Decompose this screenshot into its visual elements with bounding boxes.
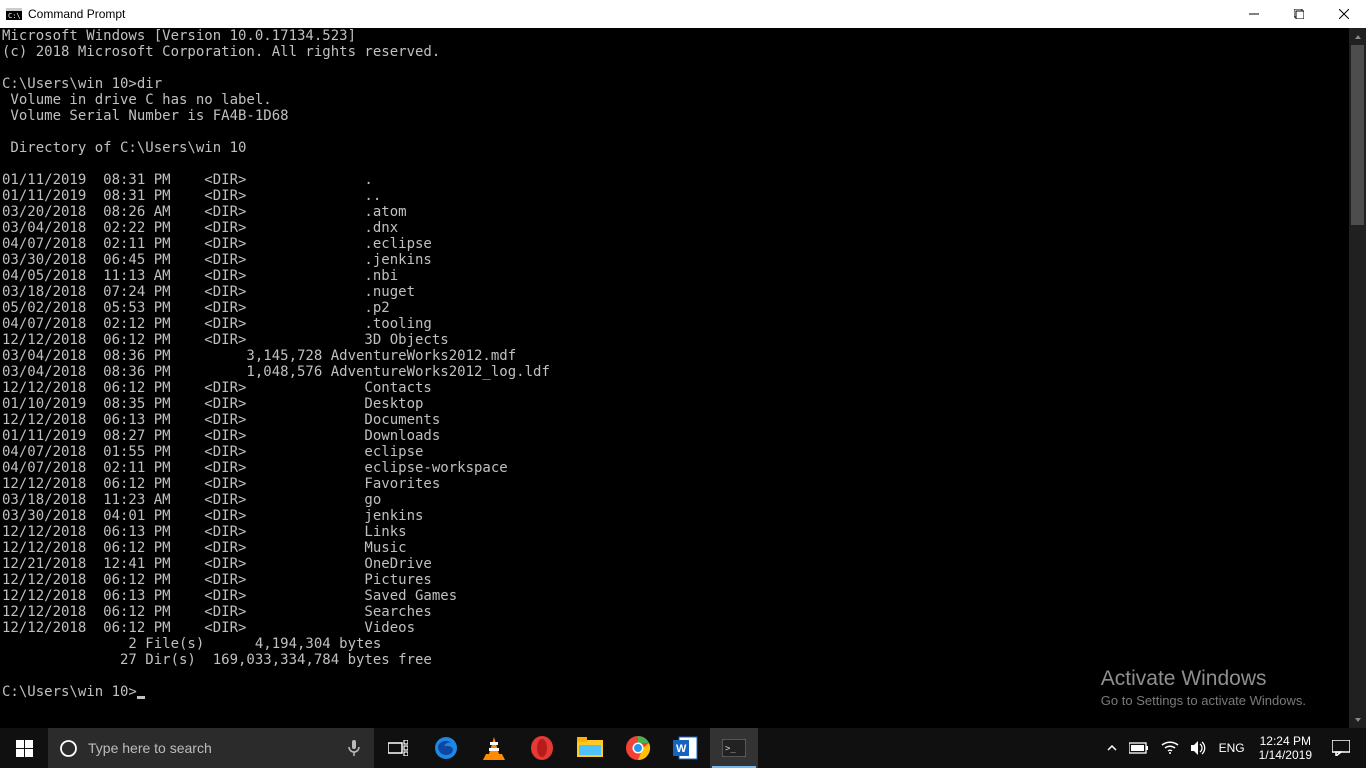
taskbar-edge-icon[interactable] — [422, 728, 470, 768]
console-line: 12/12/2018 06:12 PM <DIR> 3D Objects — [2, 332, 1364, 348]
console-line: 12/12/2018 06:12 PM <DIR> Videos — [2, 620, 1364, 636]
console-line: 04/07/2018 02:12 PM <DIR> .tooling — [2, 316, 1364, 332]
scroll-thumb[interactable] — [1351, 45, 1364, 225]
search-placeholder: Type here to search — [88, 740, 212, 756]
console-line: 2 File(s) 4,194,304 bytes — [2, 636, 1364, 652]
cmd-icon: C:\ — [6, 6, 22, 22]
console-line: 03/18/2018 07:24 PM <DIR> .nuget — [2, 284, 1364, 300]
cortana-icon — [48, 739, 88, 758]
console-line: 01/11/2019 08:31 PM <DIR> . — [2, 172, 1364, 188]
console-line: 01/11/2019 08:27 PM <DIR> Downloads — [2, 428, 1364, 444]
console-line: 12/12/2018 06:12 PM <DIR> Favorites — [2, 476, 1364, 492]
taskbar-opera-icon[interactable] — [518, 728, 566, 768]
console-output[interactable]: Microsoft Windows [Version 10.0.17134.52… — [0, 28, 1366, 728]
console-line: (c) 2018 Microsoft Corporation. All righ… — [2, 44, 1364, 60]
console-line: 12/12/2018 06:12 PM <DIR> Music — [2, 540, 1364, 556]
console-line: 27 Dir(s) 169,033,334,784 bytes free — [2, 652, 1364, 668]
svg-text:>_: >_ — [725, 744, 736, 754]
svg-text:W: W — [676, 743, 687, 755]
taskbar-chrome-icon[interactable] — [614, 728, 662, 768]
action-center-icon[interactable] — [1320, 728, 1362, 768]
watermark-subtitle: Go to Settings to activate Windows. — [1101, 693, 1306, 708]
close-button[interactable] — [1321, 0, 1366, 28]
console-line: 12/12/2018 06:13 PM <DIR> Documents — [2, 412, 1364, 428]
scroll-up-button[interactable] — [1349, 28, 1366, 45]
console-line: 12/12/2018 06:13 PM <DIR> Saved Games — [2, 588, 1364, 604]
tray-battery-icon[interactable] — [1123, 728, 1155, 768]
console-line: Volume in drive C has no label. — [2, 92, 1364, 108]
window-title: Command Prompt — [28, 7, 125, 21]
start-button[interactable] — [0, 728, 48, 768]
console-line: Directory of C:\Users\win 10 — [2, 140, 1364, 156]
console-line — [2, 60, 1364, 76]
watermark-title: Activate Windows — [1101, 667, 1306, 691]
console-line: 12/12/2018 06:12 PM <DIR> Searches — [2, 604, 1364, 620]
activation-watermark: Activate Windows Go to Settings to activ… — [1101, 667, 1306, 708]
console-line: 12/12/2018 06:12 PM <DIR> Contacts — [2, 380, 1364, 396]
console-line: C:\Users\win 10>dir — [2, 76, 1364, 92]
cursor — [137, 696, 145, 699]
microphone-icon[interactable] — [334, 739, 374, 757]
minimize-button[interactable] — [1231, 0, 1276, 28]
console-line: 01/10/2019 08:35 PM <DIR> Desktop — [2, 396, 1364, 412]
titlebar[interactable]: C:\ Command Prompt — [0, 0, 1366, 28]
taskbar-vlc-icon[interactable] — [470, 728, 518, 768]
console-line: 03/04/2018 08:36 PM 3,145,728 AdventureW… — [2, 348, 1364, 364]
console-line: 04/07/2018 01:55 PM <DIR> eclipse — [2, 444, 1364, 460]
console-line: Volume Serial Number is FA4B-1D68 — [2, 108, 1364, 124]
maximize-button[interactable] — [1276, 0, 1321, 28]
tray-wifi-icon[interactable] — [1155, 728, 1185, 768]
console-line: 03/18/2018 11:23 AM <DIR> go — [2, 492, 1364, 508]
taskbar-word-icon[interactable]: W — [662, 728, 710, 768]
console-line: 04/05/2018 11:13 AM <DIR> .nbi — [2, 268, 1364, 284]
search-box[interactable]: Type here to search — [48, 728, 374, 768]
console-line: 03/04/2018 02:22 PM <DIR> .dnx — [2, 220, 1364, 236]
console-line: 04/07/2018 02:11 PM <DIR> .eclipse — [2, 236, 1364, 252]
tray-overflow-icon[interactable] — [1101, 728, 1123, 768]
console-line: 05/02/2018 05:53 PM <DIR> .p2 — [2, 300, 1364, 316]
tray-volume-icon[interactable] — [1185, 728, 1213, 768]
console-line: 01/11/2019 08:31 PM <DIR> .. — [2, 188, 1364, 204]
tray-time: 12:24 PM — [1259, 734, 1312, 748]
console-line: 12/21/2018 12:41 PM <DIR> OneDrive — [2, 556, 1364, 572]
tray-language[interactable]: ENG — [1213, 728, 1251, 768]
console-line — [2, 156, 1364, 172]
taskbar-cmd-icon[interactable]: >_ — [710, 728, 758, 768]
console-line: 12/12/2018 06:13 PM <DIR> Links — [2, 524, 1364, 540]
console-line: 03/04/2018 08:36 PM 1,048,576 AdventureW… — [2, 364, 1364, 380]
taskbar: Type here to search — [0, 728, 1366, 768]
vertical-scrollbar[interactable] — [1349, 28, 1366, 728]
console-line: 04/07/2018 02:11 PM <DIR> eclipse-worksp… — [2, 460, 1364, 476]
tray-clock[interactable]: 12:24 PM 1/14/2019 — [1251, 734, 1320, 762]
console-line: 03/30/2018 04:01 PM <DIR> jenkins — [2, 508, 1364, 524]
scroll-down-button[interactable] — [1349, 711, 1366, 728]
tray-date: 1/14/2019 — [1259, 748, 1312, 762]
console-line: 03/20/2018 08:26 AM <DIR> .atom — [2, 204, 1364, 220]
task-view-button[interactable] — [374, 728, 422, 768]
svg-text:C:\: C:\ — [8, 12, 21, 20]
console-line — [2, 124, 1364, 140]
console-line: Microsoft Windows [Version 10.0.17134.52… — [2, 28, 1364, 44]
console-line: 03/30/2018 06:45 PM <DIR> .jenkins — [2, 252, 1364, 268]
console-line: 12/12/2018 06:12 PM <DIR> Pictures — [2, 572, 1364, 588]
taskbar-file-explorer-icon[interactable] — [566, 728, 614, 768]
